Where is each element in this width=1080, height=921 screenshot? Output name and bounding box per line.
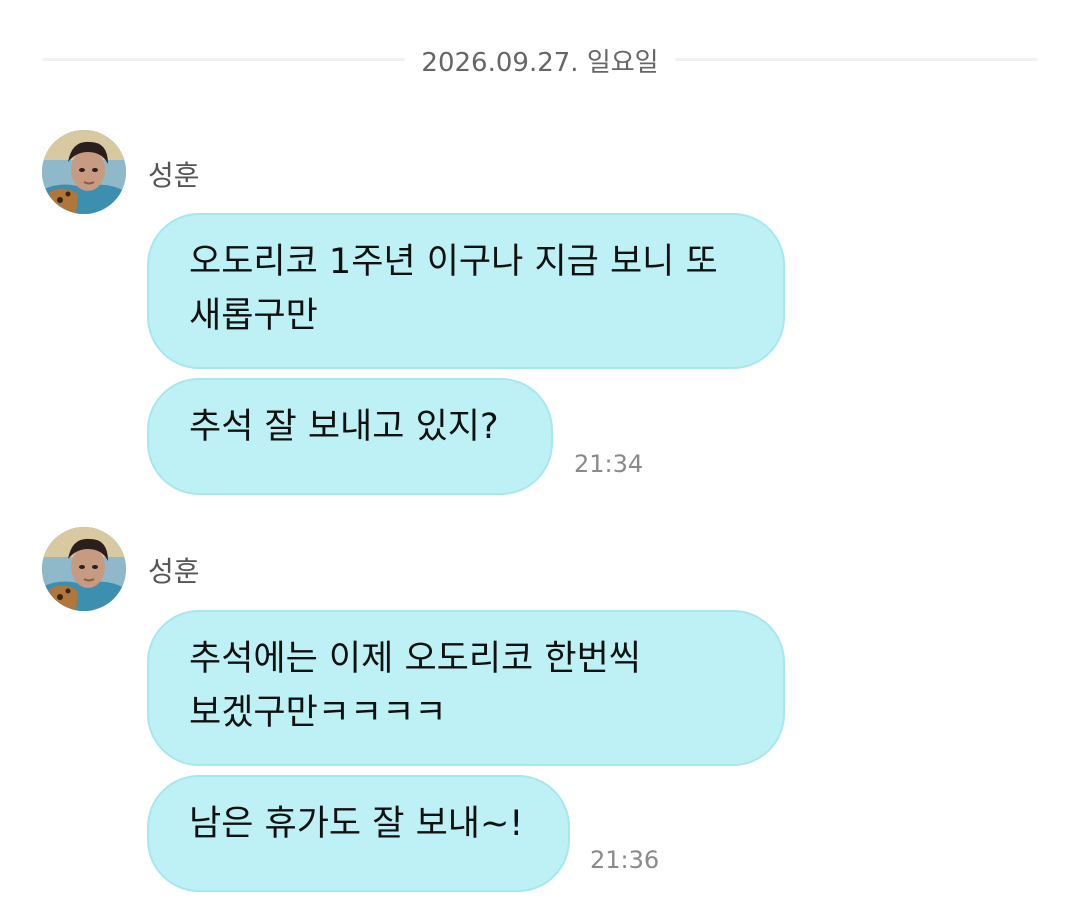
avatar[interactable] <box>42 527 126 611</box>
date-divider-line-left <box>42 58 405 61</box>
date-divider: 2026.09.27. 일요일 <box>42 38 1038 80</box>
message-bubble[interactable]: 추석에는 이제 오도리코 한번씩 보겠구만ㅋㅋㅋㅋ <box>147 610 785 766</box>
sender-name: 성훈 <box>148 159 200 192</box>
message-timestamp: 21:36 <box>590 846 660 874</box>
message-bubble[interactable]: 추석 잘 보내고 있지? <box>147 378 553 495</box>
avatar[interactable] <box>42 130 126 214</box>
profile-photo-icon <box>42 527 126 611</box>
message-bubble[interactable]: 오도리코 1주년 이구나 지금 보니 또 새롭구만 <box>147 213 785 369</box>
date-divider-line-right <box>675 58 1038 61</box>
message-bubble[interactable]: 남은 휴가도 잘 보내~! <box>147 775 570 892</box>
date-divider-label: 2026.09.27. 일요일 <box>421 48 659 78</box>
profile-photo-icon <box>42 130 126 214</box>
sender-name: 성훈 <box>148 555 200 588</box>
message-timestamp: 21:34 <box>574 450 644 478</box>
